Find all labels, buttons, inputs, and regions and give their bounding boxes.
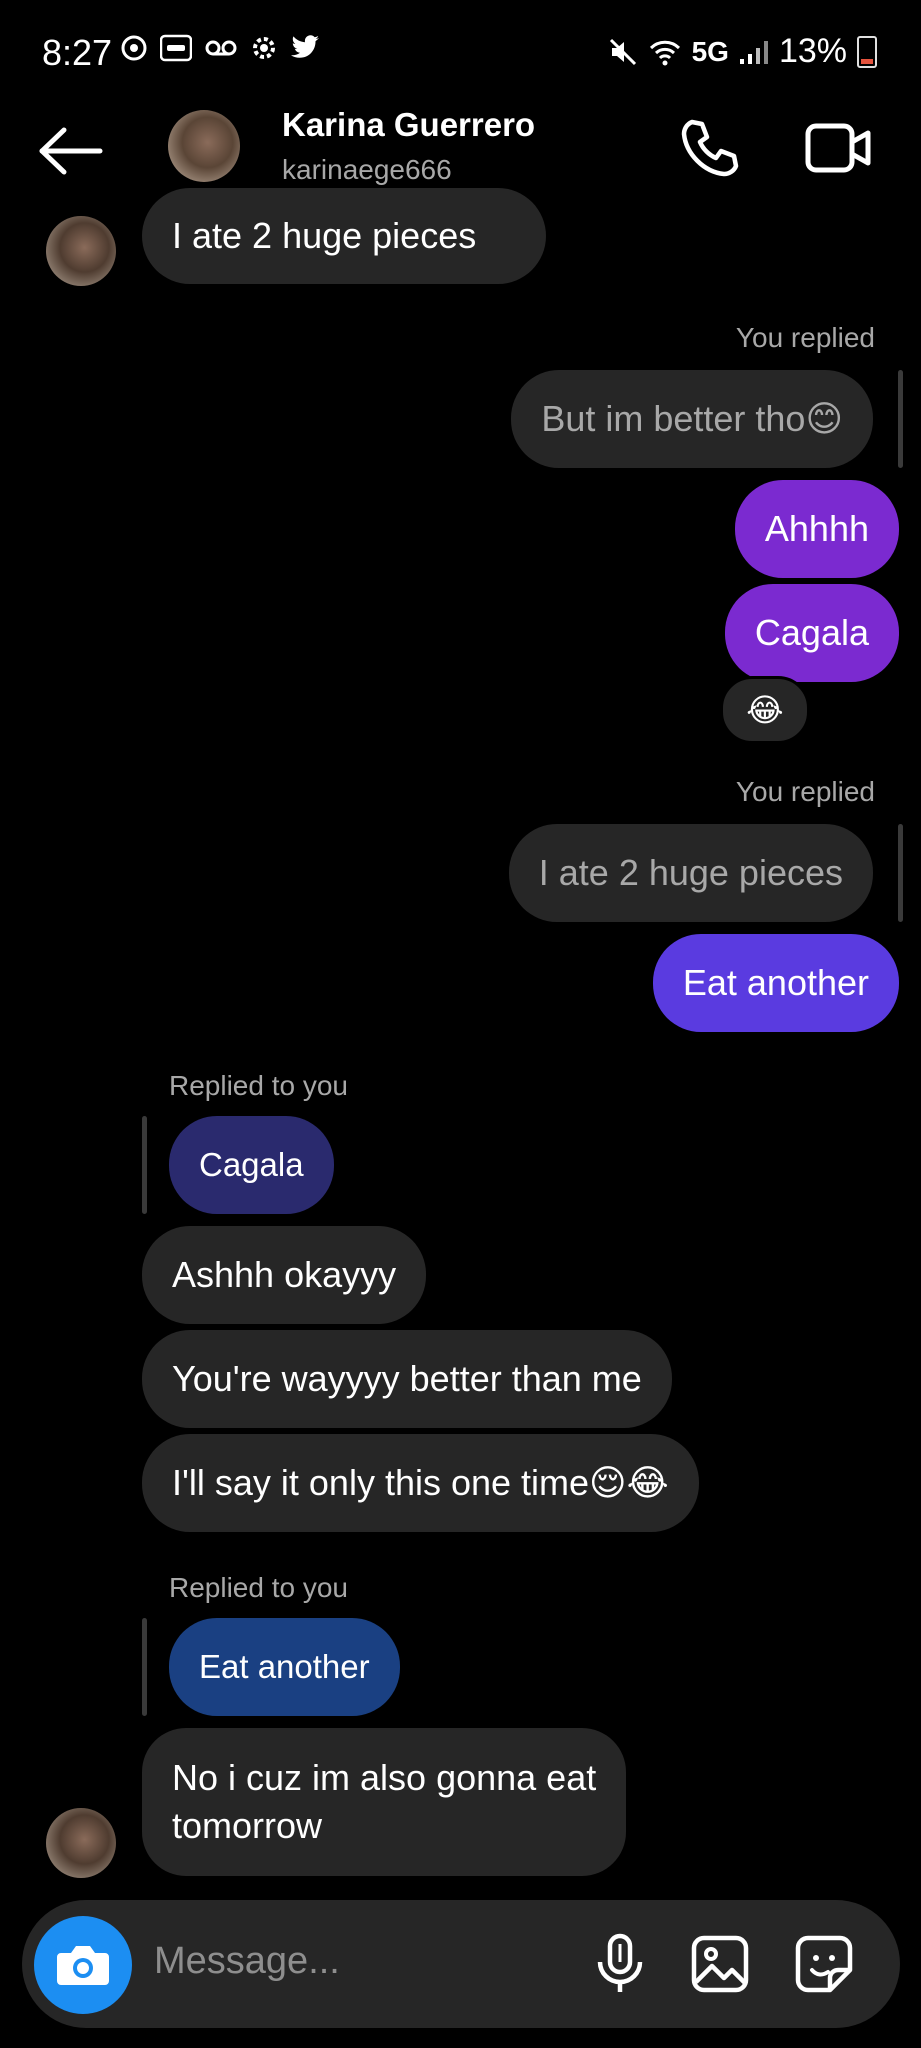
message-text: Ahhhh [764,508,869,549]
ring-app-icon [160,34,192,62]
reply-label: You replied [735,322,875,353]
mute-icon [609,38,636,65]
twitter-icon [291,35,319,58]
quoted-message[interactable]: I ate 2 huge pieces [508,824,873,922]
message-text-line: No i cuz im also gonna eat [172,1757,597,1798]
notification-icons [120,34,320,62]
quoted-text: Cagala [199,1146,304,1183]
message-input[interactable]: Message... [154,1940,340,1983]
gallery-icon[interactable] [690,1932,750,1996]
quoted-text: Eat another [199,1648,370,1685]
message-text: Eat another [682,962,869,1003]
incoming-message[interactable]: You're wayyyy better than me [142,1330,672,1428]
reaction-emoji: 😂 [746,692,784,728]
message-text-line: tomorrow [172,1805,323,1846]
status-bar: 8:27 5G 13% [0,0,921,104]
sender-avatar [46,216,116,286]
sync-icon [121,35,147,61]
battery-percent: 13% [778,32,847,70]
message-text: Ashhh okayyy [172,1254,397,1295]
message-text: You're wayyyy better than me [172,1358,642,1399]
quoted-text: But im better tho😊 [541,398,843,439]
status-time: 8:27 [42,32,113,73]
reply-label: You replied [735,776,875,807]
microphone-icon[interactable] [590,1932,650,1996]
sender-avatar [46,1808,116,1878]
reply-label: Replied to you [169,1070,349,1101]
camera-button[interactable] [34,1916,132,2014]
contact-avatar[interactable] [168,110,240,182]
incoming-message[interactable]: No i cuz im also gonna eat tomorrow [142,1728,627,1876]
reply-indicator-bar [898,824,903,922]
signal-icon [739,40,768,64]
message-text: Cagala [754,612,869,653]
video-call-icon[interactable] [804,116,874,180]
battery-icon [857,35,877,68]
outgoing-message[interactable]: Ahhhh [734,480,899,578]
incoming-message[interactable]: I ate 2 huge pieces [142,188,546,284]
voicemail-icon [205,40,237,56]
camera-icon [57,1946,109,1985]
outgoing-message[interactable]: Eat another [652,934,899,1032]
message-text: I'll say it only this one time😌😂 [172,1462,669,1503]
system-icons: 5G 13% [608,32,877,71]
reply-indicator-bar [142,1618,147,1716]
settings-gear-icon [253,37,275,59]
outgoing-message[interactable]: Cagala [724,584,899,682]
message-text: I ate 2 huge pieces [172,215,477,256]
phone-call-icon[interactable] [678,116,742,180]
message-reaction[interactable]: 😂 [720,676,810,744]
quoted-message[interactable]: Cagala [169,1116,334,1214]
quoted-message[interactable]: Eat another [169,1618,400,1716]
quoted-message[interactable]: But im better tho😊 [511,370,873,468]
contact-name[interactable]: Karina Guerrero [282,106,535,144]
quoted-text: I ate 2 huge pieces [538,852,843,893]
reply-label: Replied to you [169,1572,349,1603]
wifi-icon [649,40,680,65]
contact-username[interactable]: karinaege666 [282,154,452,186]
network-type: 5G [691,35,729,67]
reply-indicator-bar [898,370,903,468]
back-arrow-icon[interactable] [36,126,106,176]
reply-indicator-bar [142,1116,147,1214]
incoming-message[interactable]: Ashhh okayyy [142,1226,427,1324]
incoming-message[interactable]: I'll say it only this one time😌😂 [142,1434,699,1532]
sticker-icon[interactable] [794,1932,854,1996]
